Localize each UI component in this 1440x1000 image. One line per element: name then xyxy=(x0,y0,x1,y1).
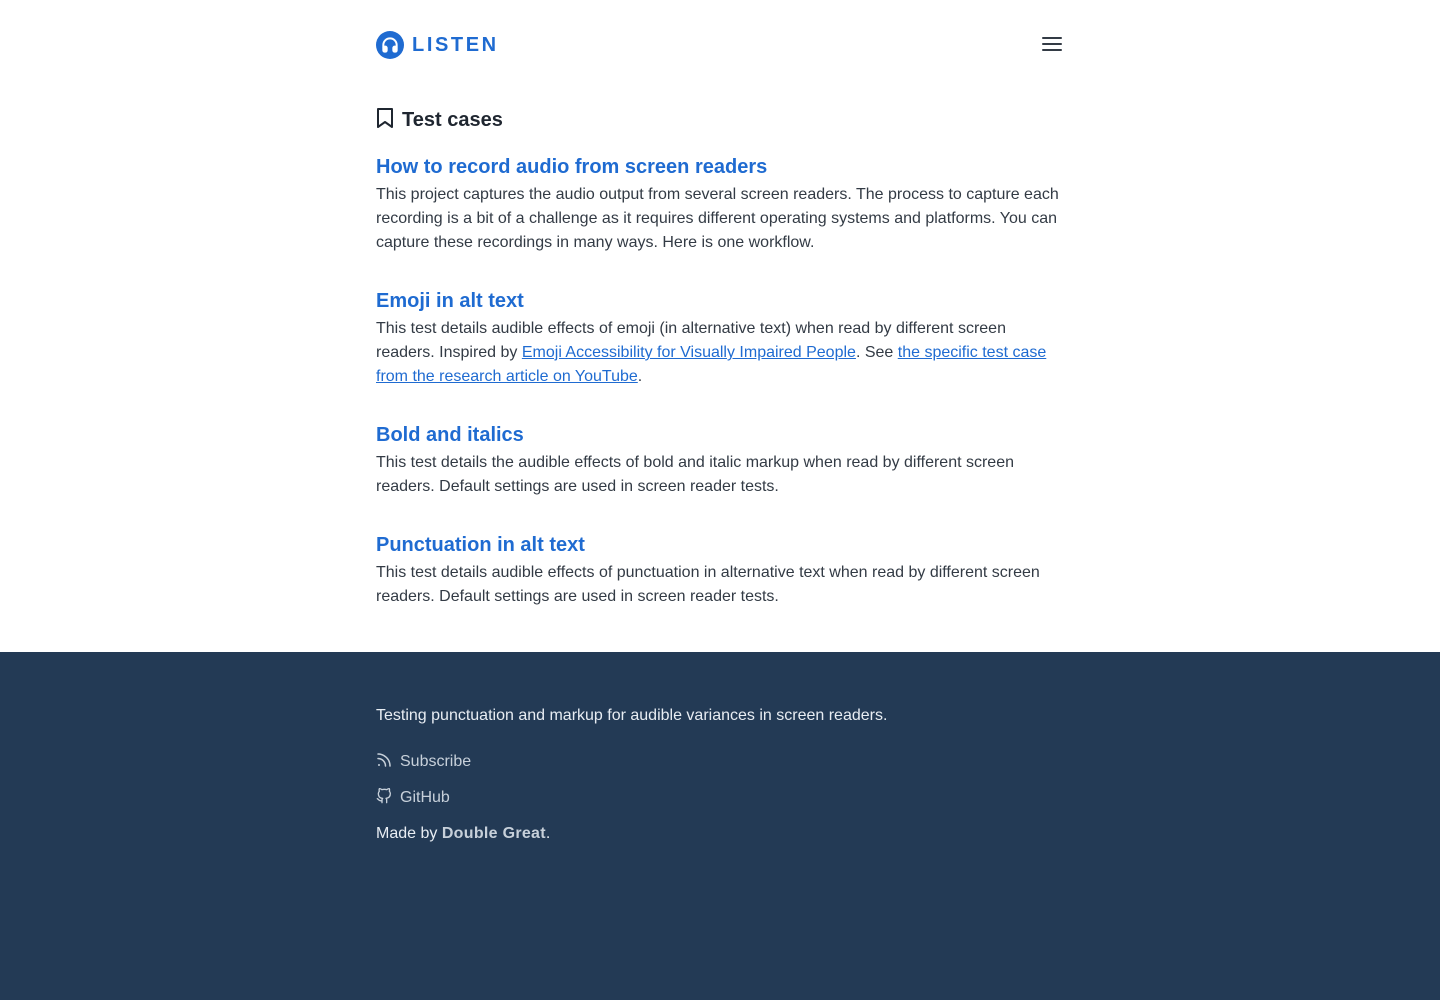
test-case-description: This test details audible effects of emo… xyxy=(376,317,1064,389)
test-case-item: Bold and italics This test details the a… xyxy=(376,421,1064,499)
test-case-item: How to record audio from screen readers … xyxy=(376,153,1064,255)
test-case-link[interactable]: Punctuation in alt text xyxy=(376,534,585,556)
test-case-description: This test details the audible effects of… xyxy=(376,454,1014,495)
page: LISTEN Test cases How to record audio fr… xyxy=(0,0,1440,1000)
test-case-item: Emoji in alt text This test details audi… xyxy=(376,287,1064,389)
rss-icon xyxy=(376,752,392,773)
bookmark-icon xyxy=(376,107,394,134)
github-link[interactable]: GitHub xyxy=(400,789,450,807)
logo-link[interactable]: LISTEN xyxy=(376,31,499,59)
emoji-accessibility-link[interactable]: Emoji Accessibility for Visually Impaire… xyxy=(522,344,856,361)
footer-links: Subscribe GitHub xyxy=(376,750,1064,810)
footer-link-subscribe[interactable]: Subscribe xyxy=(376,750,1064,774)
test-case-description: This project captures the audio output f… xyxy=(376,186,1059,251)
footer-link-github[interactable]: GitHub xyxy=(376,786,1064,810)
logo-text: LISTEN xyxy=(412,33,499,56)
hamburger-menu-icon[interactable] xyxy=(1040,34,1064,54)
section-title: Test cases xyxy=(402,108,503,131)
site-footer: Testing punctuation and markup for audib… xyxy=(0,652,1440,1000)
double-great-link[interactable]: Double Great xyxy=(442,825,546,842)
site-header: LISTEN xyxy=(0,0,1440,90)
section-heading: Test cases xyxy=(376,105,1064,135)
github-icon xyxy=(376,787,392,810)
description-text: . See xyxy=(855,344,898,361)
made-by-prefix: Made by xyxy=(376,825,442,842)
test-case-link[interactable]: Bold and italics xyxy=(376,424,524,446)
test-case-item: Punctuation in alt text This test detail… xyxy=(376,531,1064,609)
test-case-link[interactable]: Emoji in alt text xyxy=(376,290,524,312)
footer-tagline: Testing punctuation and markup for audib… xyxy=(376,707,888,724)
made-by-suffix: . xyxy=(545,825,551,842)
test-case-description: This test details audible effects of pun… xyxy=(376,564,1040,605)
made-by: Made by Double Great. xyxy=(376,822,1064,846)
subscribe-link[interactable]: Subscribe xyxy=(400,753,471,771)
headphones-icon xyxy=(376,31,404,59)
test-case-link[interactable]: How to record audio from screen readers xyxy=(376,156,767,178)
main-content: Test cases How to record audio from scre… xyxy=(0,105,1440,609)
description-text: . xyxy=(637,368,643,385)
